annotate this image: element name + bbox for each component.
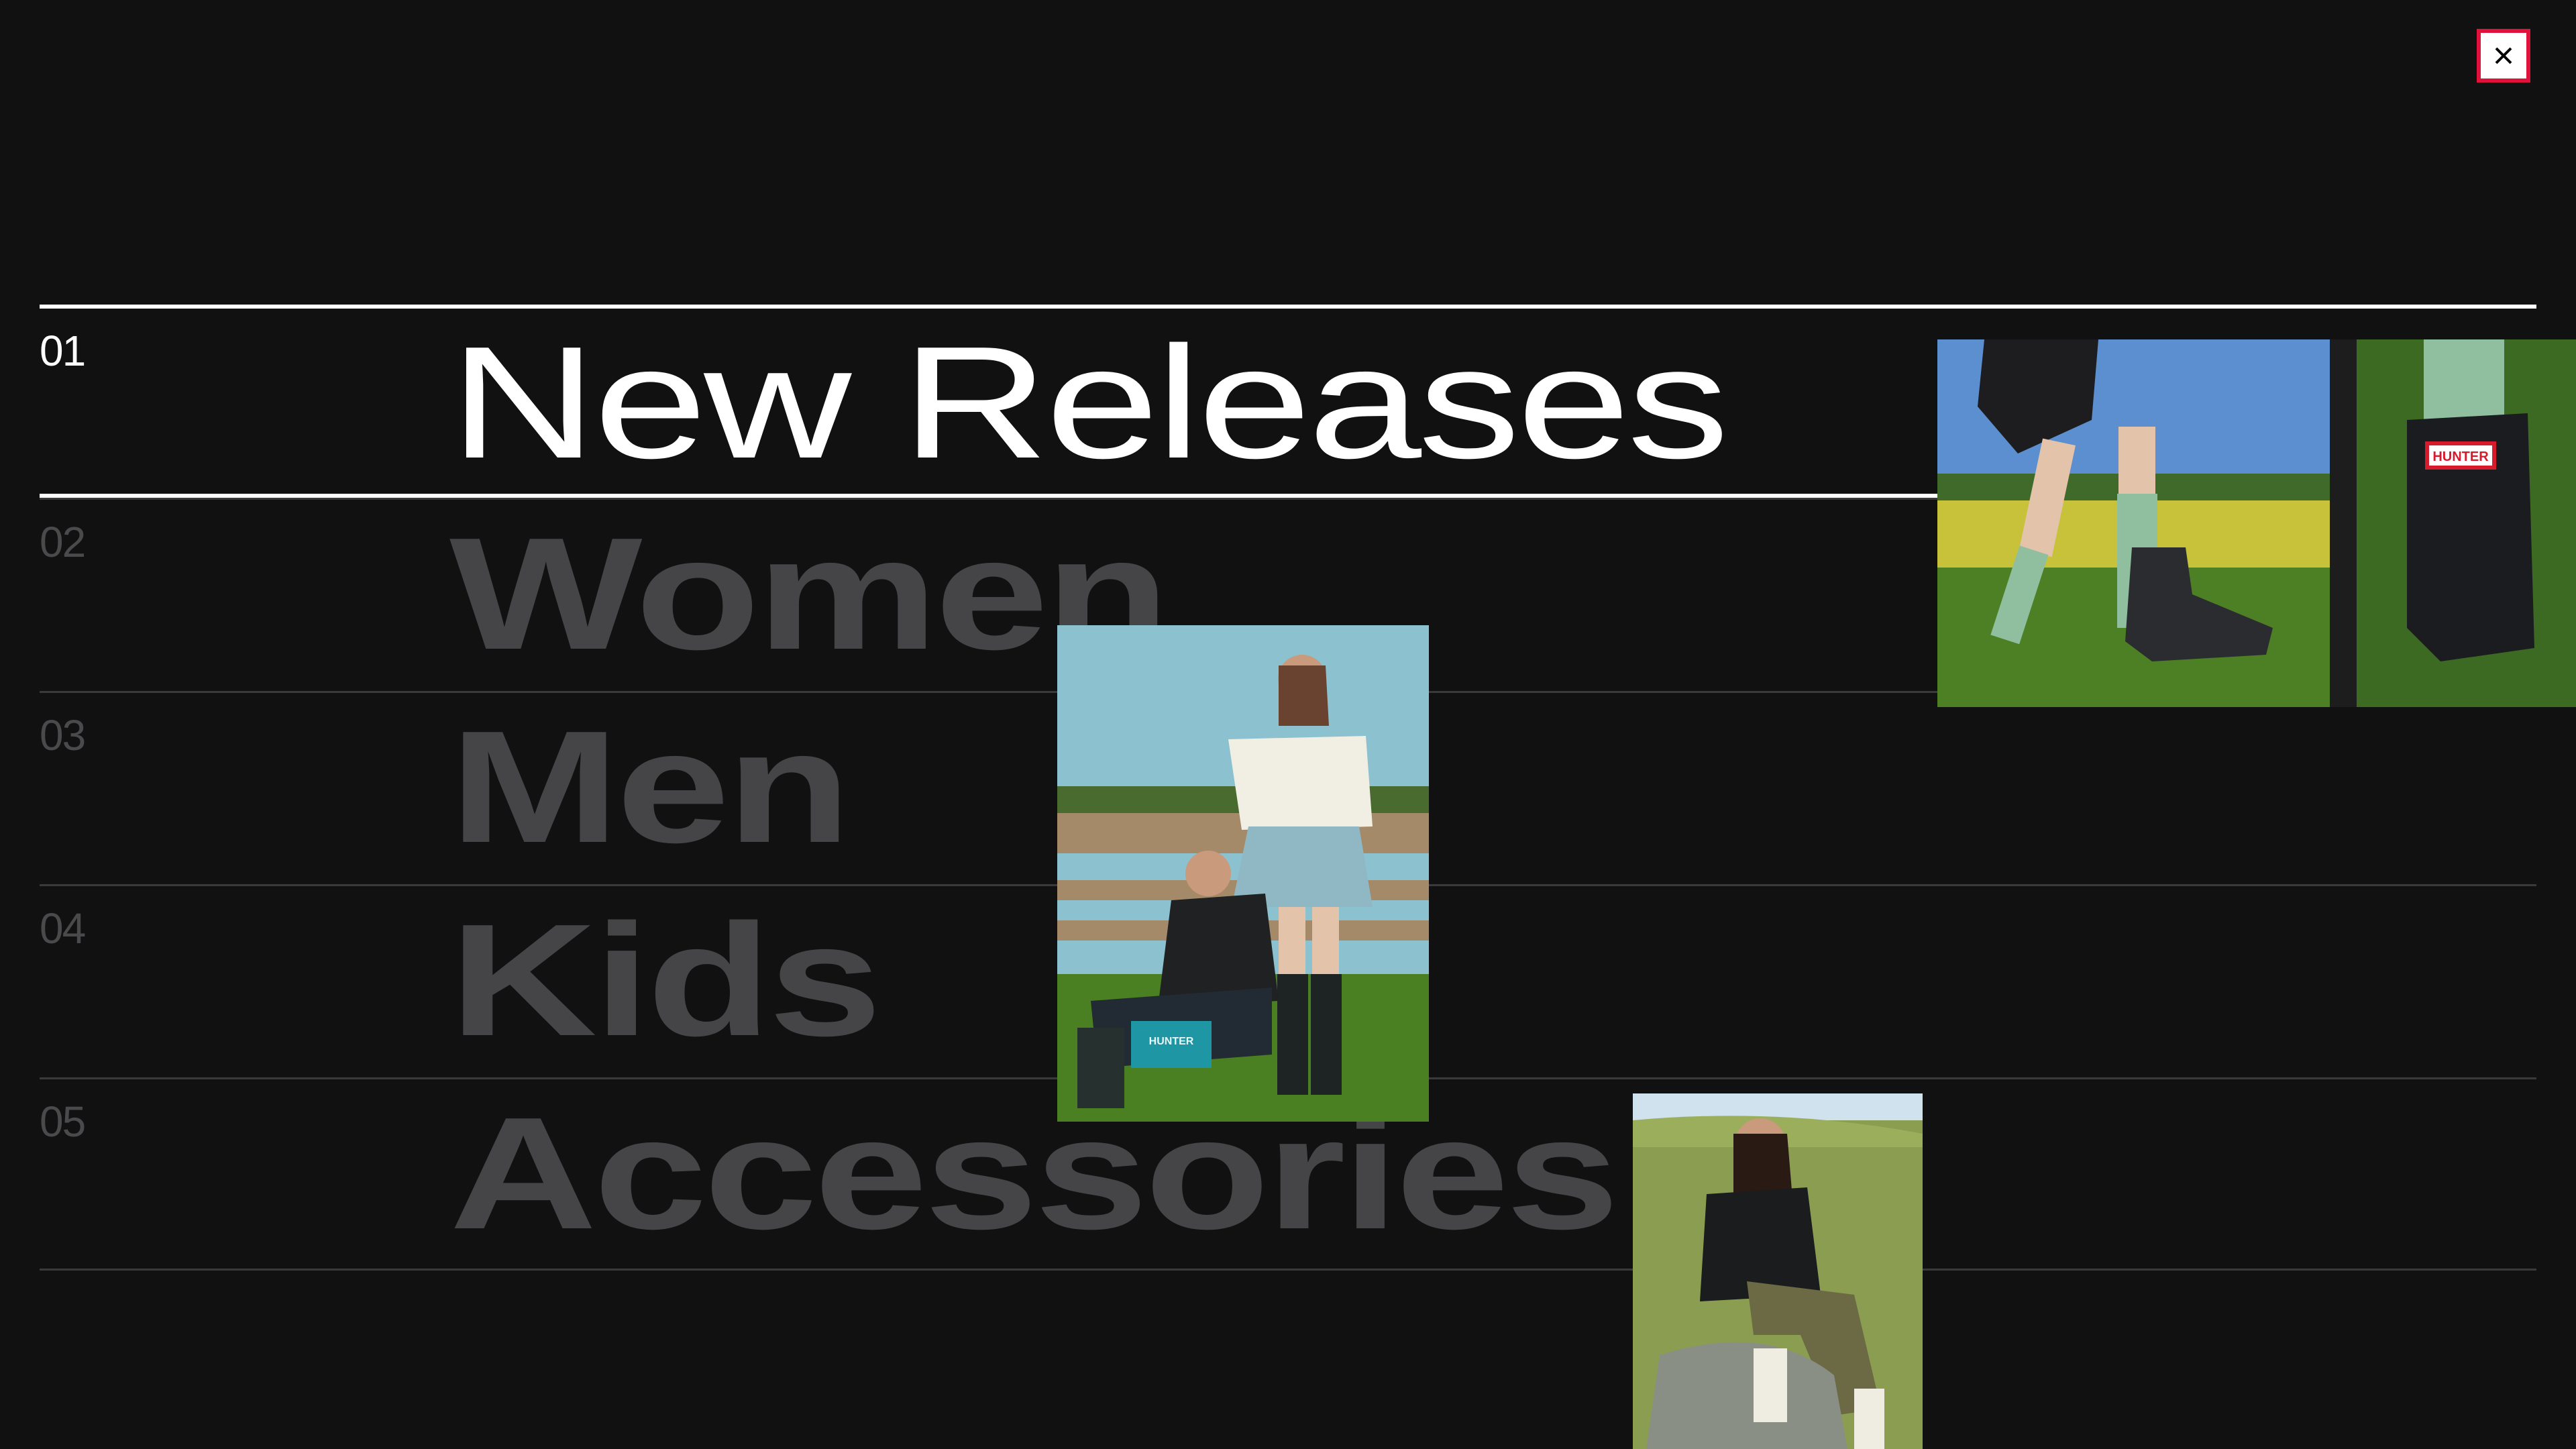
woman-sitting-rock-photo: [1633, 1093, 1923, 1449]
menu-item-label: Kids: [449, 892, 882, 1069]
menu-item-label: Men: [449, 698, 851, 876]
bag-brand-tag: HUNTER: [1149, 1036, 1194, 1047]
menu-item-label: Accessories: [449, 1085, 1619, 1263]
navigation-overlay: 01 New Releases 02 Women 03 Men 04 Kids …: [0, 0, 2576, 1449]
boots-walking-field-photo: HUNTER: [1937, 339, 2576, 707]
two-women-fence-photo: HUNTER: [1057, 625, 1429, 1122]
menu-item-number: 03: [40, 711, 86, 759]
boot-brand-tag: HUNTER: [2432, 449, 2489, 464]
menu-item-number: 01: [40, 327, 86, 375]
menu-item-number: 02: [40, 518, 86, 566]
menu-item-number: 05: [40, 1097, 86, 1146]
menu-item-label: New Releases: [449, 314, 1729, 492]
close-button[interactable]: [2477, 29, 2530, 83]
menu-item-number: 04: [40, 904, 86, 953]
close-icon: [2495, 47, 2512, 64]
